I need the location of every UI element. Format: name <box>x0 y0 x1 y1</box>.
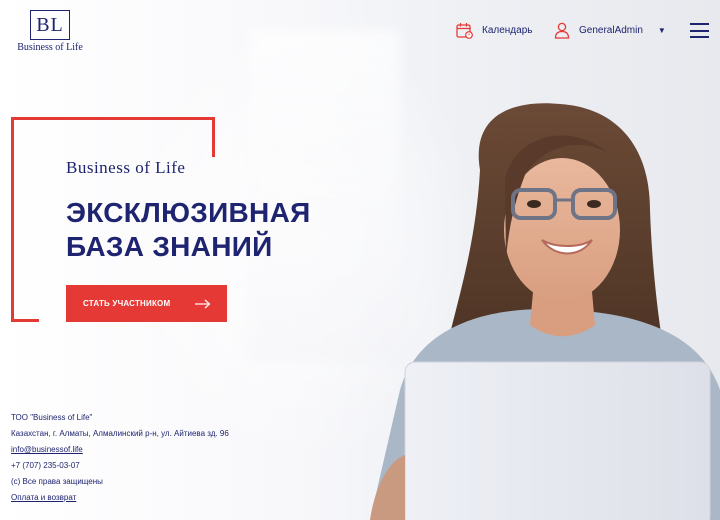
logo-mark: BL <box>30 10 70 40</box>
footer-address: Казахстан, г. Алматы, Алмалинский р-н, у… <box>11 429 229 438</box>
nav-calendar[interactable]: Календарь <box>456 22 532 39</box>
frame-accent-right <box>212 117 215 157</box>
frame-accent-top <box>11 117 215 120</box>
hero-title: ЭКСКЛЮЗИВНАЯ БАЗА ЗНАНИЙ <box>66 196 366 264</box>
footer-company: ТОО "Business of Life" <box>11 413 93 422</box>
frame-accent-bottom <box>11 319 39 322</box>
user-icon <box>554 22 570 39</box>
user-menu[interactable]: GeneralAdmin ▼ <box>554 22 666 39</box>
hero-brand: Business of Life <box>66 158 186 177</box>
logo-text: Business of Life <box>17 42 83 53</box>
hero-title-line1: ЭКСКЛЮЗИВНАЯ <box>66 197 311 228</box>
join-button-label: СТАТЬ УЧАСТНИКОМ <box>83 299 171 308</box>
hero-title-line2: БАЗА ЗНАНИЙ <box>66 231 273 262</box>
brand-logo[interactable]: BL Business of Life <box>10 10 90 53</box>
hero-photo <box>370 103 720 520</box>
arrow-right-icon <box>195 299 211 308</box>
hamburger-menu-icon[interactable] <box>690 23 709 38</box>
footer-email-link[interactable]: info@businessof.life <box>11 445 83 454</box>
chevron-down-icon: ▼ <box>657 26 666 35</box>
join-button[interactable]: СТАТЬ УЧАСТНИКОМ <box>66 285 227 322</box>
user-name: GeneralAdmin <box>579 25 643 36</box>
frame-accent-left <box>11 117 14 322</box>
calendar-icon <box>456 23 473 39</box>
calendar-label: Календарь <box>482 25 533 36</box>
footer-info: ТОО "Business of Life" Казахстан, г. Алм… <box>11 410 229 506</box>
footer-rights: (с) Все права защищены <box>11 477 103 486</box>
footer-payment-link[interactable]: Оплата и возврат <box>11 493 76 502</box>
footer-phone: +7 (707) 235-03-07 <box>11 461 80 470</box>
